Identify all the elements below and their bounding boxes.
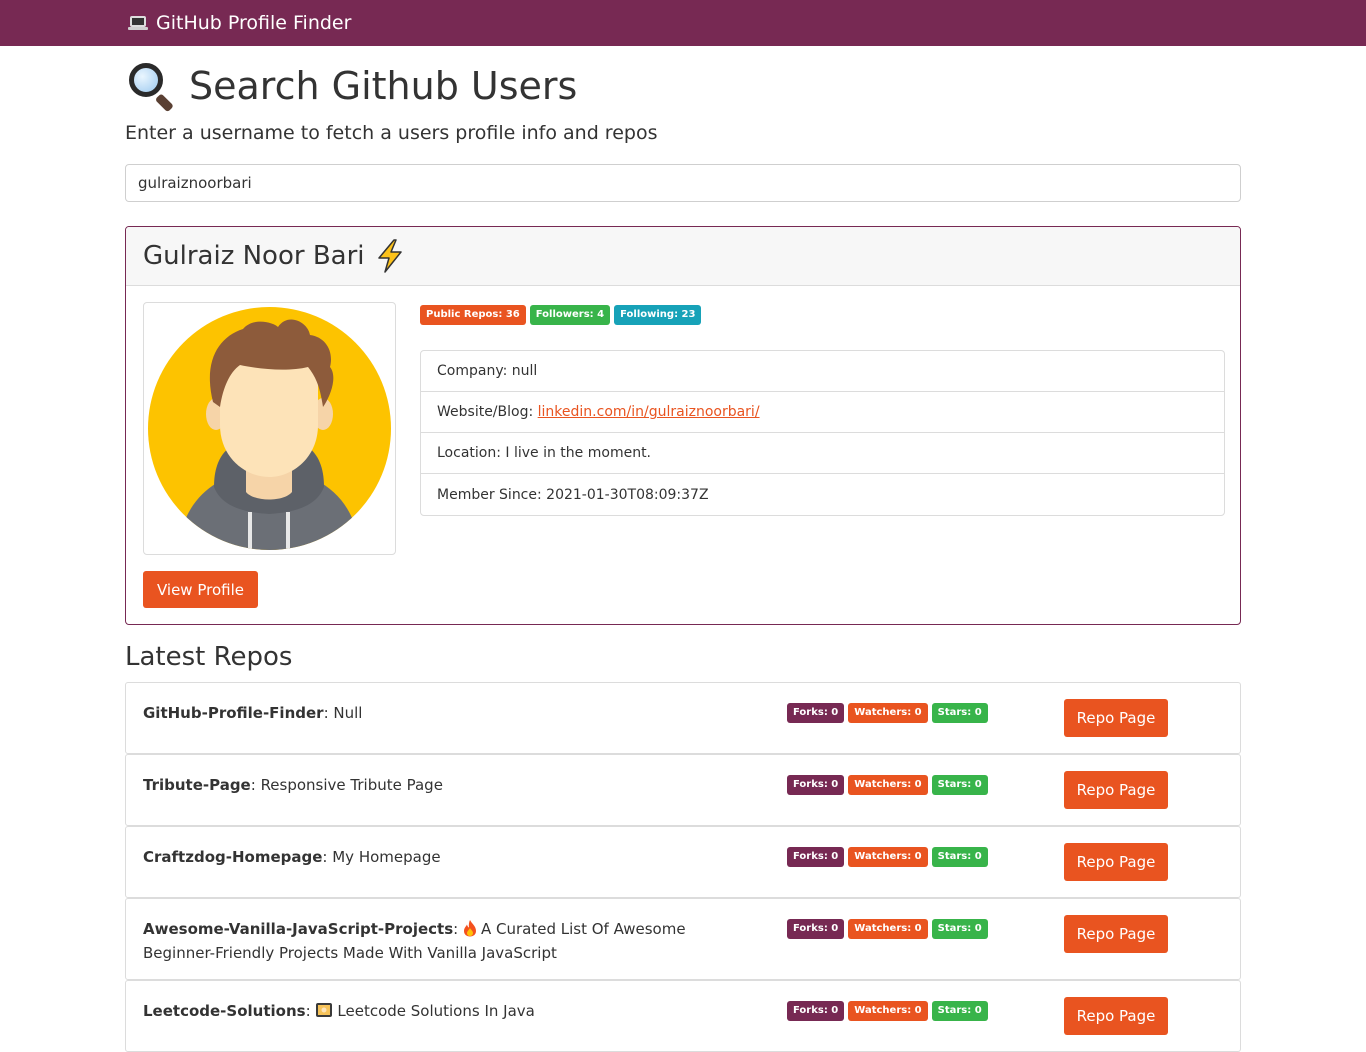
public-repos-badge: Public Repos: 36	[420, 305, 526, 325]
repo-badges: Forks: 0 Watchers: 0 Stars: 0	[787, 1001, 988, 1021]
navbar: GitHub Profile Finder	[0, 0, 1366, 46]
repo-text: Craftzdog-Homepage: My Homepage	[143, 848, 441, 866]
repo-description: Responsive Tribute Page	[260, 776, 443, 794]
member-since-label: Member Since:	[437, 486, 542, 503]
followers-badge: Followers: 4	[529, 305, 611, 325]
member-since-item: Member Since: 2021-01-30T08:09:37Z	[421, 474, 1224, 515]
forks-badge: Forks: 0	[787, 847, 845, 867]
repo-name: Craftzdog-Homepage	[143, 848, 323, 866]
profile-card-header: Gulraiz Noor Bari	[126, 227, 1240, 286]
profile-card: Gulraiz Noor Bari View Profile Public Re…	[125, 226, 1241, 625]
watchers-badge: Watchers: 0	[848, 775, 928, 795]
page-lead: Enter a username to fetch a users profil…	[125, 122, 658, 144]
repo-badges: Forks: 0 Watchers: 0 Stars: 0	[787, 775, 988, 795]
repo-name: GitHub-Profile-Finder	[143, 704, 324, 722]
member-since-value: 2021-01-30T08:09:37Z	[546, 486, 709, 503]
profile-badges: Public Repos: 36 Followers: 4 Following:…	[420, 305, 702, 325]
location-label: Location:	[437, 445, 501, 461]
repo-name: Leetcode-Solutions	[143, 1002, 306, 1020]
repo-page-button[interactable]: Repo Page	[1064, 771, 1168, 809]
page-title: Search Github Users	[125, 60, 578, 113]
location-item: Location: I live in the moment.	[421, 433, 1224, 474]
forks-badge: Forks: 0	[787, 1001, 845, 1021]
fire-icon	[463, 920, 476, 937]
watchers-badge: Watchers: 0	[848, 1001, 928, 1021]
watchers-badge: Watchers: 0	[848, 703, 928, 723]
profile-name: Gulraiz Noor Bari	[143, 241, 365, 271]
repo-page-button[interactable]: Repo Page	[1064, 699, 1168, 737]
repo-text: GitHub-Profile-Finder: Null	[143, 704, 363, 722]
location-value: I live in the moment.	[505, 445, 652, 461]
repo-text: Leetcode-Solutions: Leetcode Solutions I…	[143, 1002, 535, 1020]
avatar-image	[148, 307, 391, 550]
search-input[interactable]	[125, 164, 1241, 202]
repo-text: Tribute-Page: Responsive Tribute Page	[143, 776, 443, 794]
repo-description: Null	[333, 704, 363, 722]
repo-text: Awesome-Vanilla-JavaScript-Projects: A C…	[143, 920, 686, 962]
company-label: Company:	[437, 363, 508, 379]
brand-label: GitHub Profile Finder	[156, 12, 352, 34]
website-link[interactable]: linkedin.com/in/gulraiznoorbari/	[538, 404, 760, 420]
page-title-text: Search Github Users	[189, 64, 578, 108]
lightning-icon	[377, 239, 402, 273]
company-item: Company: null	[421, 351, 1224, 392]
stars-badge: Stars: 0	[931, 703, 988, 723]
repo-row: Leetcode-Solutions: Leetcode Solutions I…	[125, 980, 1241, 1052]
magnifier-icon	[125, 61, 175, 113]
website-item: Website/Blog: linkedin.com/in/gulraiznoo…	[421, 392, 1224, 433]
repo-badges: Forks: 0 Watchers: 0 Stars: 0	[787, 703, 988, 723]
code-icon	[316, 1003, 333, 1017]
stars-badge: Stars: 0	[931, 1001, 988, 1021]
repo-description: My Homepage	[332, 848, 441, 866]
repos-heading: Latest Repos	[125, 642, 293, 672]
repo-badges: Forks: 0 Watchers: 0 Stars: 0	[787, 919, 988, 939]
repo-page-button[interactable]: Repo Page	[1064, 997, 1168, 1035]
repo-page-button[interactable]: Repo Page	[1064, 915, 1168, 953]
repo-name: Awesome-Vanilla-JavaScript-Projects	[143, 920, 454, 938]
laptop-icon	[128, 16, 148, 30]
repo-badges: Forks: 0 Watchers: 0 Stars: 0	[787, 847, 988, 867]
stars-badge: Stars: 0	[931, 847, 988, 867]
repo-row: GitHub-Profile-Finder: Null Forks: 0 Wat…	[125, 682, 1241, 754]
repo-row: Awesome-Vanilla-JavaScript-Projects: A C…	[125, 898, 1241, 980]
stars-badge: Stars: 0	[931, 919, 988, 939]
profile-info-list: Company: null Website/Blog: linkedin.com…	[420, 350, 1225, 516]
navbar-brand[interactable]: GitHub Profile Finder	[128, 11, 351, 35]
repo-page-button[interactable]: Repo Page	[1064, 843, 1168, 881]
repo-name: Tribute-Page	[143, 776, 251, 794]
website-label: Website/Blog:	[437, 404, 534, 420]
company-value: null	[511, 363, 538, 379]
watchers-badge: Watchers: 0	[848, 919, 928, 939]
forks-badge: Forks: 0	[787, 703, 845, 723]
forks-badge: Forks: 0	[787, 775, 845, 795]
forks-badge: Forks: 0	[787, 919, 845, 939]
repo-description: Leetcode Solutions In Java	[337, 1002, 535, 1020]
repo-row: Craftzdog-Homepage: My Homepage Forks: 0…	[125, 826, 1241, 898]
view-profile-button[interactable]: View Profile	[143, 571, 258, 608]
following-badge: Following: 23	[614, 305, 702, 325]
avatar	[143, 302, 396, 555]
repo-row: Tribute-Page: Responsive Tribute Page Fo…	[125, 754, 1241, 826]
stars-badge: Stars: 0	[931, 775, 988, 795]
watchers-badge: Watchers: 0	[848, 847, 928, 867]
